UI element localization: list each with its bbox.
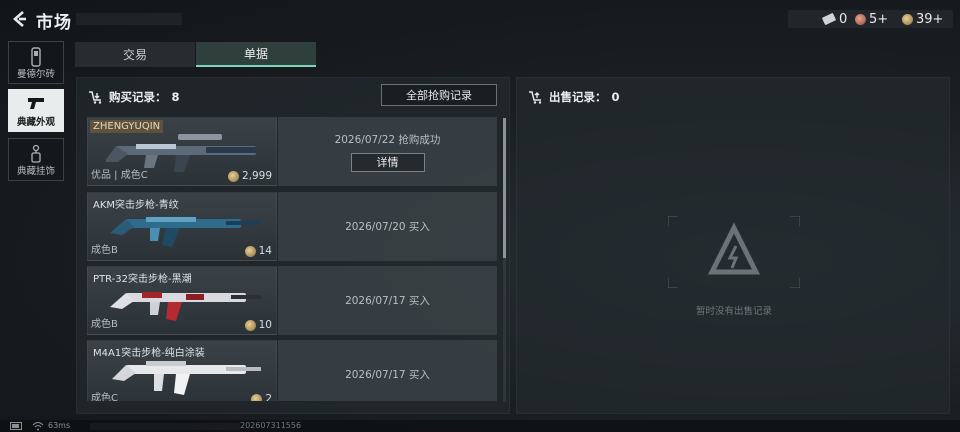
list-item-clip: M4A1突击步枪-纯白涂装 成色C 2 2026/07/17 买入 <box>87 340 497 401</box>
item-price-value: 10 <box>258 319 272 331</box>
charm-icon <box>31 144 41 163</box>
item-price: 2,999 <box>227 170 272 182</box>
scrollbar-thumb[interactable] <box>503 118 506 258</box>
item-card[interactable]: ZHENGYUQIN 优品 | 成色C 2,999 <box>87 117 277 186</box>
back-button[interactable] <box>8 8 30 30</box>
sidebar-item-collection-skins[interactable]: 典藏外观 <box>8 89 64 132</box>
empty-state-text: 暂时没有出售记录 <box>695 306 772 317</box>
coin-icon <box>244 319 256 331</box>
record-detail: 2026/07/17 买入 <box>278 266 497 335</box>
sales-records-header: 出售记录： 0 <box>528 89 620 105</box>
item-price-value: 14 <box>258 245 272 257</box>
coin-b-count: 39+ <box>916 11 944 27</box>
coin-b-icon <box>902 13 913 25</box>
item-quality: 成色C <box>91 393 118 401</box>
record-detail: 2026/07/20 买入 <box>278 192 497 261</box>
sales-records-count: 0 <box>611 90 620 104</box>
purchase-records-label: 购买记录： <box>109 90 167 104</box>
uid-text: 202607311556 <box>240 421 302 430</box>
coin-a-icon <box>855 13 866 25</box>
item-price: 2 <box>251 393 272 401</box>
coin-a-currency[interactable]: 5+ <box>855 10 888 28</box>
list-item: PTR-32突击步枪-黑潮 成色B 10 2026/07/17 买入 <box>87 266 497 335</box>
item-card[interactable]: PTR-32突击步枪-黑潮 成色B 10 <box>87 266 277 335</box>
item-quality: 成色B <box>91 245 118 256</box>
m4a1-rifle-image <box>112 361 261 395</box>
list-item: ZHENGYUQIN 优品 | 成色C 2,999 2026/07/22 抢购成… <box>87 117 497 186</box>
record-date: 2026/07/22 抢购成功 <box>334 133 441 146</box>
back-arrow-icon <box>13 11 26 27</box>
coin-icon <box>227 170 239 182</box>
item-price-value: 2 <box>265 393 272 401</box>
sidebar-item-collection-charms[interactable]: 典藏挂饰 <box>8 138 64 181</box>
item-quality: 优品 | 成色C <box>91 170 148 181</box>
sidebar-item-label: 曼德尔砖 <box>16 69 55 80</box>
coin-icon <box>251 393 263 401</box>
record-date: 2026/07/20 买入 <box>345 221 430 233</box>
list-item: M4A1突击步枪-纯白涂装 成色C 2 2026/07/17 买入 <box>87 340 497 401</box>
purchase-records-count: 8 <box>171 90 180 104</box>
tab-trade[interactable]: 交易 <box>75 42 195 67</box>
item-quality: 成色B <box>91 319 118 330</box>
mandel-brick-icon <box>31 47 41 67</box>
ping-text: 63ms <box>48 421 71 430</box>
battery-icon <box>10 422 22 430</box>
item-price: 14 <box>244 245 272 257</box>
page-title: 市场 <box>36 13 72 33</box>
wifi-icon <box>32 422 44 431</box>
uid-decoration <box>90 423 240 430</box>
item-card[interactable]: AKM突击步枪-青纹 成色B 14 <box>87 192 277 261</box>
title-decoration <box>76 13 182 25</box>
item-card[interactable]: M4A1突击步枪-纯白涂装 成色C 2 <box>87 340 277 401</box>
sidebar-item-mandel-brick[interactable]: 曼德尔砖 <box>8 41 64 84</box>
coin-b-currency[interactable]: 39+ <box>902 10 943 28</box>
record-detail: 2026/07/22 抢购成功 详情 <box>278 117 497 186</box>
empty-state-frame <box>668 216 800 288</box>
record-date: 2026/07/17 买入 <box>345 295 430 307</box>
empty-logo-icon <box>707 222 761 275</box>
ticket-icon <box>822 13 836 25</box>
purchase-records-header: 购买记录： 8 <box>88 89 180 105</box>
akm-rifle-image <box>110 217 261 247</box>
cart-icon <box>529 91 542 104</box>
sidebar-item-label: 典藏外观 <box>16 117 55 128</box>
ticket-count: 0 <box>839 11 848 27</box>
all-rush-records-button[interactable]: 全部抢购记录 <box>381 84 497 106</box>
sales-records-label: 出售记录： <box>549 90 607 104</box>
coin-a-count: 5+ <box>869 11 889 27</box>
ticket-currency[interactable]: 0 <box>822 10 847 28</box>
sidebar-item-label: 典藏挂饰 <box>16 166 55 177</box>
tab-orders[interactable]: 单据 <box>196 42 316 67</box>
cart-icon <box>89 91 102 104</box>
coin-icon <box>244 245 256 257</box>
pistol-icon <box>28 98 44 109</box>
list-item: AKM突击步枪-青纹 成色B 14 2026/07/20 买入 <box>87 192 497 261</box>
details-button[interactable]: 详情 <box>350 152 425 172</box>
record-detail: 2026/07/17 买入 <box>278 340 497 401</box>
item-price: 10 <box>244 319 272 331</box>
record-date: 2026/07/17 买入 <box>345 369 430 381</box>
ptr32-rifle-image <box>110 292 261 321</box>
item-price-value: 2,999 <box>241 170 272 182</box>
